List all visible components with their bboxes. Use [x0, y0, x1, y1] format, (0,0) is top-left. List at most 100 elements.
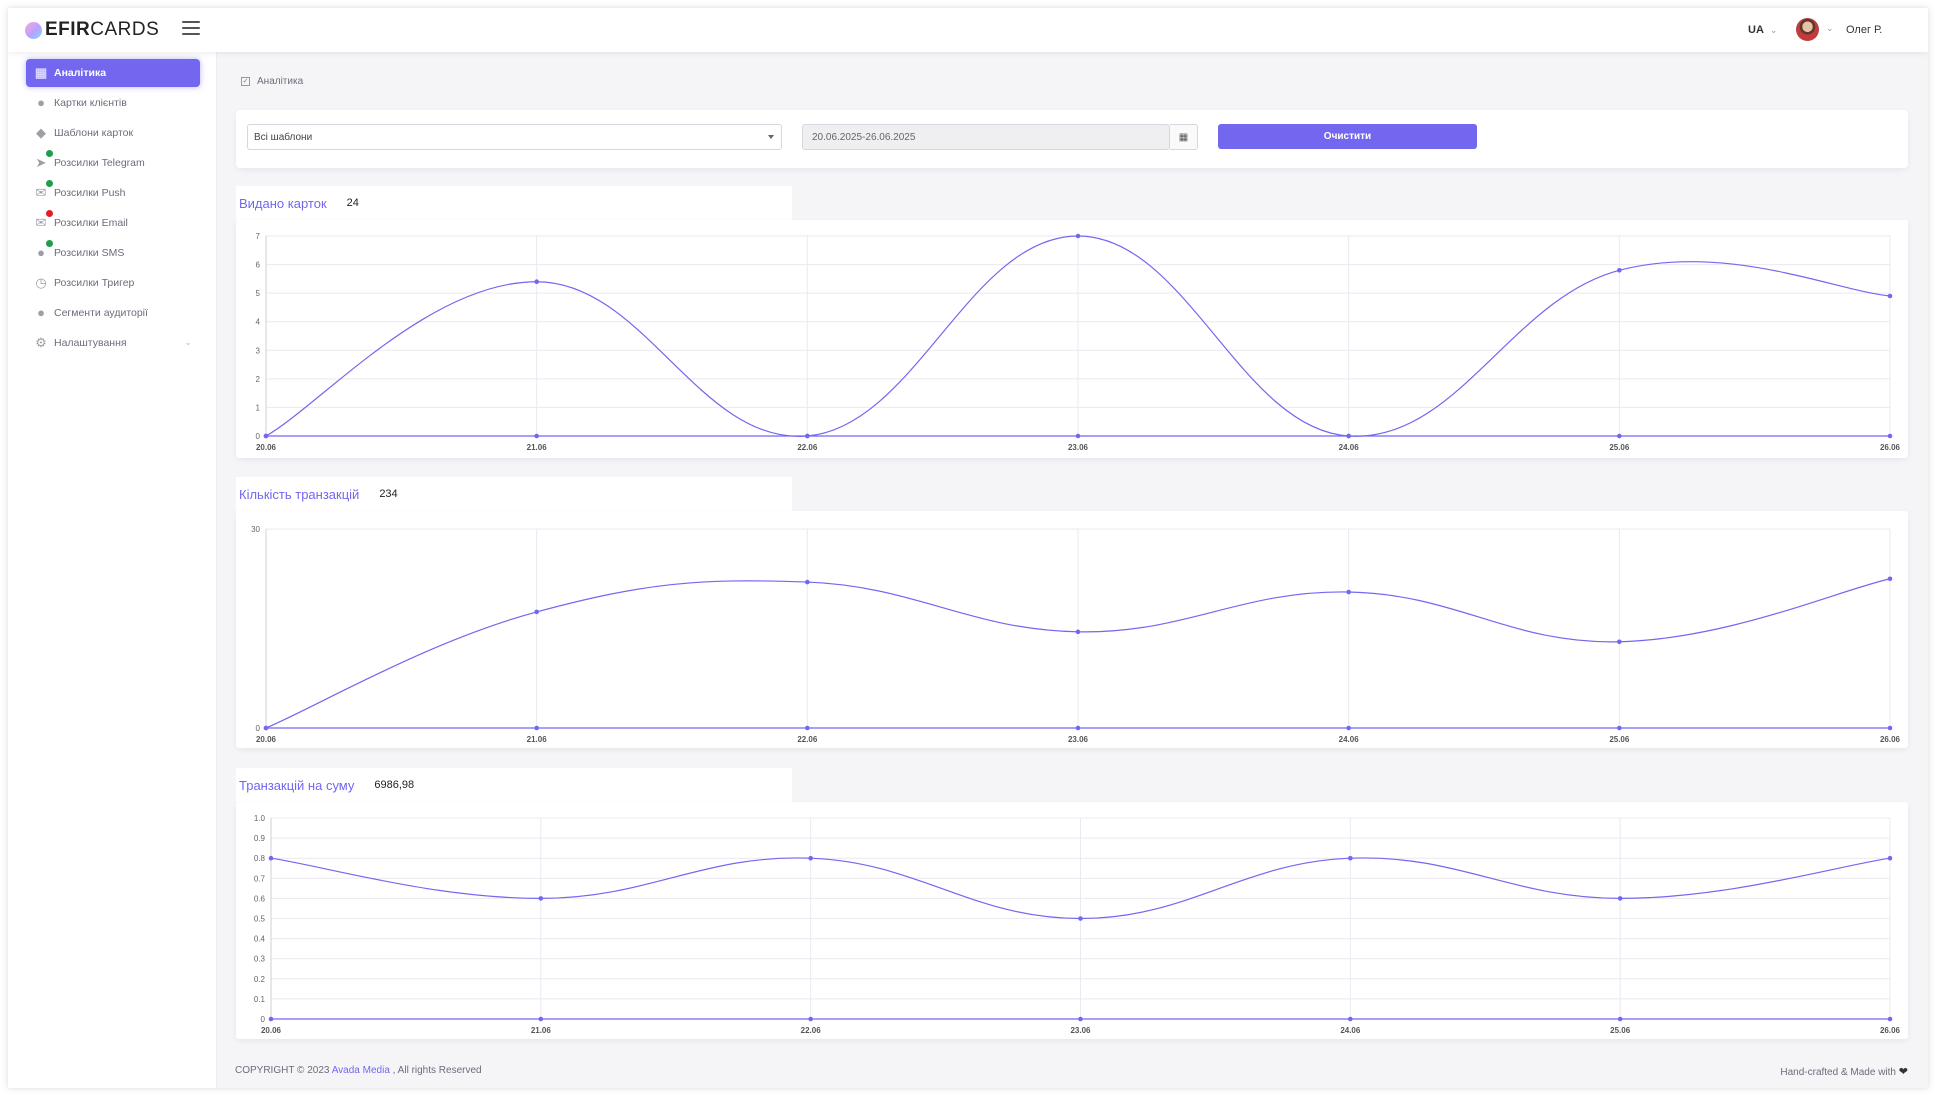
x-tick-label: 20.06: [256, 443, 277, 452]
brand-light: CARDS: [90, 19, 160, 40]
sidebar-item-0[interactable]: ▦ Аналітика: [26, 59, 200, 87]
sidebar-item-label: Сегменти аудиторії: [54, 307, 148, 319]
data-point: [1887, 293, 1893, 299]
chart-transactions-sum: 0 0.1 0.2 0.3 0.4 0.5 0.6 0.7 0.8 0.9 1.0 20.06 21.0…: [254, 814, 1901, 1035]
chevron-down-icon: ⌄: [1769, 25, 1778, 35]
sidebar-item-9[interactable]: ⚙ Налаштування ⌄: [26, 329, 200, 357]
data-point: [1617, 896, 1623, 901]
language-switcher[interactable]: UA ⌄: [1748, 24, 1777, 36]
calendar-icon[interactable]: ▦: [1170, 124, 1198, 150]
chart-title: Транзакцій на суму: [239, 777, 355, 793]
sidebar-item-7[interactable]: ◷ Розсилки Тригер: [26, 269, 200, 297]
paper-plane-icon: ➤: [35, 155, 47, 170]
sidebar: ▦ Аналітика ● Картки клієнтів ◆ Шаблони карто…: [8, 52, 217, 1088]
sidebar-item-8[interactable]: ● Сегменти аудиторії: [26, 299, 200, 327]
chart-total: 24: [346, 197, 359, 209]
sidebar-item-6[interactable]: ● Розсилки SMS: [26, 239, 200, 267]
clear-button[interactable]: Очистити: [1218, 124, 1477, 149]
sidebar-item-label: Аналітика: [54, 67, 107, 79]
sidebar-menu: ▦ Аналітика ● Картки клієнтів ◆ Шаблони карто…: [26, 59, 200, 359]
x-tick-label: 20.06: [256, 735, 277, 744]
x-tick-label: 21.06: [527, 443, 548, 452]
data-point: [1887, 433, 1893, 439]
footer-credit: Hand-crafted & Made with ❤: [1780, 1065, 1908, 1078]
template-select[interactable]: Всі шаблони: [247, 124, 782, 150]
users-icon: ●: [37, 95, 45, 110]
data-point: [1346, 433, 1351, 439]
y-tick-label: 0.2: [254, 975, 266, 984]
status-dot: [46, 150, 53, 157]
copyright-prefix: COPYRIGHT © 2023: [235, 1065, 330, 1076]
data-point: [1075, 725, 1081, 731]
y-tick-label: 3: [256, 346, 261, 355]
chevron-down-icon[interactable]: ⌄: [1826, 23, 1834, 34]
data-point: [263, 433, 269, 439]
x-tick-label: 23.06: [1070, 1026, 1091, 1035]
data-point: [1348, 1016, 1353, 1022]
chart-card-cards: 0 1 2 3 4 5 6 7 20.06 21.06 22.06 23.06 24.06 25.06 26…: [236, 220, 1908, 458]
chart-icon: ✓: [241, 77, 250, 86]
y-tick-label: 1: [256, 403, 261, 412]
data-point: [1617, 433, 1622, 439]
data-point: [1887, 725, 1893, 731]
chevron-down-icon[interactable]: ⌄: [184, 337, 192, 348]
y-tick-label: 0.6: [254, 894, 266, 903]
chart-card-sum: 0 0.1 0.2 0.3 0.4 0.5 0.6 0.7 0.8 0.9 1.0 20.06 21.0…: [236, 802, 1908, 1039]
data-point: [1617, 1016, 1623, 1022]
logo[interactable]: EFIRCARDS: [25, 19, 160, 40]
sidebar-item-4[interactable]: ✉ Розсилки Push: [26, 179, 200, 207]
user-name[interactable]: Олег Р.: [1846, 24, 1882, 36]
data-point: [805, 433, 810, 439]
sidebar-item-1[interactable]: ● Картки клієнтів: [26, 89, 200, 117]
data-point: [1617, 267, 1622, 273]
data-point: [808, 855, 813, 861]
sidebar-item-3[interactable]: ➤ Розсилки Telegram: [26, 149, 200, 177]
y-tick-label: 0: [261, 1015, 266, 1024]
data-point: [1348, 855, 1353, 861]
y-tick-label: 5: [256, 289, 261, 298]
copyright: COPYRIGHT © 2023 Avada Media , All right…: [235, 1065, 482, 1076]
y-tick-label: 0: [256, 724, 261, 733]
envelope-icon: ✉: [35, 215, 47, 230]
chart-header-sum: Транзакцій на суму 6986,98: [236, 768, 792, 802]
chart-icon: ▦: [34, 65, 48, 80]
y-tick-label: 0.3: [254, 955, 266, 964]
sidebar-item-label: Розсилки Telegram: [54, 157, 145, 169]
y-tick-label: 0.8: [254, 854, 266, 863]
y-tick-label: 0.5: [254, 915, 266, 924]
x-tick-label: 25.06: [1609, 735, 1630, 744]
data-point: [1075, 629, 1081, 635]
sidebar-item-label: Картки клієнтів: [54, 97, 127, 109]
avatar[interactable]: [1796, 18, 1819, 41]
chart-total: 6986,98: [374, 779, 415, 791]
logo-mark-icon: [25, 21, 42, 39]
company-link[interactable]: Avada Media: [332, 1065, 390, 1076]
data-point: [538, 896, 544, 901]
data-point: [268, 855, 274, 861]
sidebar-item-label: Налаштування: [54, 337, 127, 349]
hamburger-menu-icon[interactable]: [182, 21, 200, 37]
y-tick-label: 4: [256, 318, 261, 327]
data-point: [1887, 576, 1893, 582]
clock-icon: ◷: [35, 275, 47, 290]
sidebar-item-5[interactable]: ✉ Розсилки Email: [26, 209, 200, 237]
data-point: [263, 725, 269, 731]
x-tick-label: 25.06: [1609, 443, 1630, 452]
chat-bubble-icon: ●: [37, 245, 45, 260]
data-point: [1617, 725, 1622, 731]
footer-credit-text: Hand-crafted & Made with: [1780, 1067, 1896, 1078]
x-tick-label: 23.06: [1068, 443, 1089, 452]
x-tick-label: 26.06: [1880, 443, 1901, 452]
data-point: [1617, 639, 1622, 645]
x-tick-label: 25.06: [1610, 1026, 1631, 1035]
envelope-icon: ✉: [35, 185, 47, 200]
x-tick-label: 24.06: [1339, 735, 1360, 744]
chart-cards-issued: 0 1 2 3 4 5 6 7 20.06 21.06 22.06 23.06 24.06 25.06 26…: [256, 232, 1901, 452]
y-tick-label: 0.7: [254, 874, 266, 883]
chart-transactions-count: 0 30 20.06 21.06 22.06 23.06 24.06 25.06 26.06: [251, 525, 1900, 744]
date-range-input[interactable]: 20.06.2025-26.06.2025: [802, 124, 1170, 150]
app-window: EFIRCARDS UA ⌄ ⌄ Олег Р. ▦ Аналітика ● Картк…: [8, 8, 1928, 1088]
user-icon: ●: [37, 305, 45, 320]
sidebar-item-2[interactable]: ◆ Шаблони карток: [26, 119, 200, 147]
data-point: [1078, 916, 1083, 921]
